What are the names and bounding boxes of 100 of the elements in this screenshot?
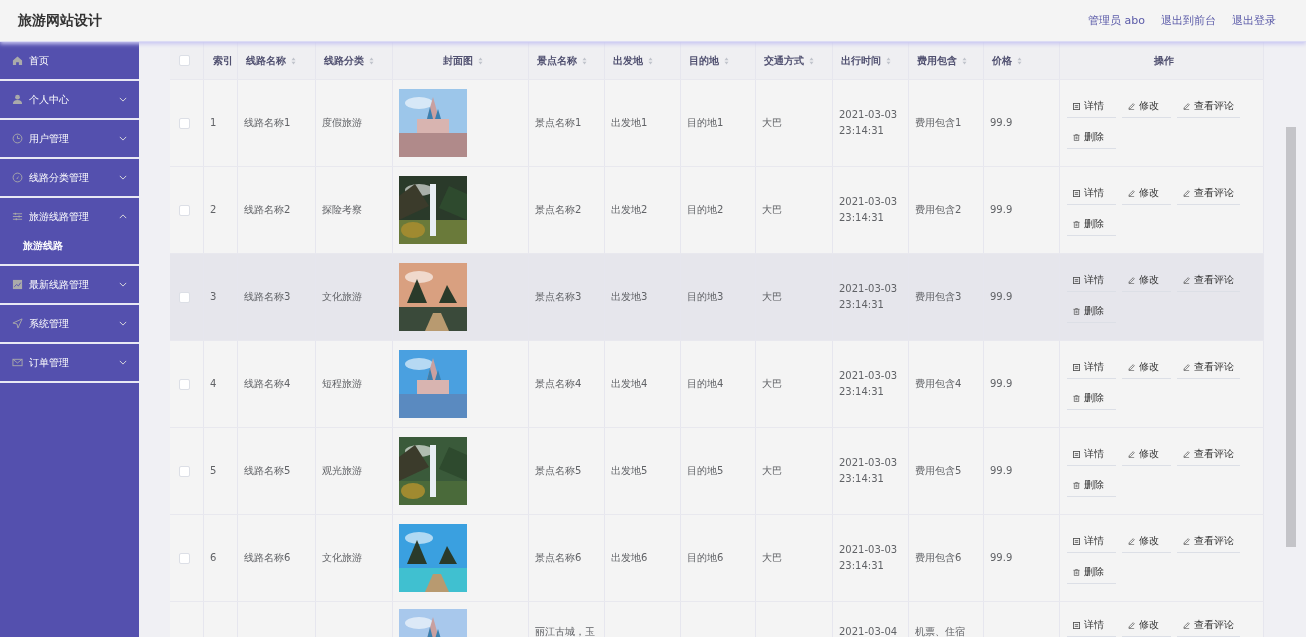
edit-button[interactable]: 查看评论: [1177, 616, 1240, 637]
header-link[interactable]: 退出到前台: [1161, 13, 1216, 28]
edit-button[interactable]: 查看评论: [1177, 271, 1240, 292]
sidebar-item[interactable]: 个人中心: [0, 81, 139, 118]
column-header[interactable]: 线路分类: [324, 53, 364, 68]
scrollbar[interactable]: [1286, 127, 1296, 547]
detail-button[interactable]: 详情: [1067, 97, 1116, 118]
sort-icon[interactable]: [291, 56, 296, 65]
column-header[interactable]: 出发地: [613, 53, 643, 68]
home-icon: [12, 55, 23, 66]
sidebar-item[interactable]: 旅游线路管理: [0, 198, 139, 235]
document-icon: [1073, 189, 1080, 197]
table-cell-text: 1: [210, 116, 217, 130]
edit-button[interactable]: 修改: [1122, 358, 1171, 379]
sidebar-item[interactable]: 首页: [0, 42, 139, 79]
edit-button[interactable]: 查看评论: [1177, 358, 1240, 379]
table-cell-text: 景点名称5: [535, 464, 582, 478]
table-row[interactable]: 5 线路名称5 观光旅游 景点名称5 出发地5 目的地5 大巴 2021-03-03 23:14:31 费用包含5 99.9 详情 修改 查看评论 删除: [170, 428, 1264, 515]
table-row[interactable]: 1 线路名称1 度假旅游 景点名称1 出发地1 目的地1 大巴 2021-03-03 23:14:31 费用包含1 99.9 详情 修改 查看评论 删除: [170, 80, 1264, 167]
delete-button[interactable]: 删除: [1067, 476, 1116, 497]
sort-icon[interactable]: [1017, 56, 1022, 65]
sidebar-item[interactable]: 系统管理: [0, 305, 139, 342]
column-header[interactable]: 线路名称: [246, 53, 286, 68]
sort-icon[interactable]: [886, 56, 891, 65]
table-cell-text: 大巴: [762, 377, 782, 391]
table-cell-text: 目的地2: [687, 203, 724, 217]
column-header[interactable]: 封面图: [442, 53, 473, 68]
pencil-icon: [1128, 276, 1135, 284]
row-checkbox[interactable]: [179, 204, 190, 216]
edit-button[interactable]: 查看评论: [1177, 445, 1240, 466]
row-checkbox[interactable]: [179, 291, 190, 303]
date-time: 2021-03-04: [839, 625, 898, 637]
header-link[interactable]: 管理员 abo: [1088, 13, 1145, 28]
trash-icon: [1073, 568, 1080, 576]
edit-button[interactable]: 查看评论: [1177, 184, 1240, 205]
sidebar-item[interactable]: 用户管理: [0, 120, 139, 157]
row-checkbox[interactable]: [179, 552, 190, 564]
detail-button[interactable]: 详情: [1067, 271, 1116, 292]
delete-button[interactable]: 删除: [1067, 389, 1116, 410]
mail-icon: [12, 357, 23, 368]
sort-icon[interactable]: [962, 56, 967, 65]
table-cell-text: 6: [210, 551, 217, 565]
header-link[interactable]: 退出登录: [1232, 13, 1276, 28]
table-cell-text: 99.9: [990, 290, 1013, 304]
trash-icon: [1073, 307, 1080, 315]
row-checkbox[interactable]: [179, 465, 190, 477]
sort-icon[interactable]: [477, 56, 483, 65]
table-row[interactable]: 6 线路名称6 文化旅游 景点名称6 出发地6 目的地6 大巴 2021-03-03 23:14:31 费用包含6 99.9 详情 修改 查看评论 删除: [170, 515, 1264, 602]
edit-button[interactable]: 查看评论: [1177, 97, 1240, 118]
table-cell-text: 大巴: [762, 203, 782, 217]
submenu-item[interactable]: 旅游线路: [23, 239, 139, 253]
sidebar-item[interactable]: 线路分类管理: [0, 159, 139, 196]
detail-button[interactable]: 详情: [1067, 616, 1116, 637]
column-header[interactable]: 交通方式: [764, 53, 804, 68]
column-header[interactable]: 费用包含: [917, 53, 957, 68]
edit-button[interactable]: 修改: [1122, 271, 1171, 292]
table-cell-text: 机票、住宿: [915, 625, 965, 637]
row-checkbox[interactable]: [179, 378, 190, 390]
sidebar-item[interactable]: 最新线路管理: [0, 266, 139, 303]
sidebar-item[interactable]: 订单管理: [0, 344, 139, 381]
edit-button[interactable]: 修改: [1122, 184, 1171, 205]
table-cell-text: 度假旅游: [322, 116, 362, 130]
delete-button[interactable]: 删除: [1067, 128, 1116, 149]
table-cell-text: 大巴: [762, 290, 782, 304]
row-checkbox[interactable]: [179, 117, 190, 129]
column-header[interactable]: 价格: [992, 53, 1012, 68]
pencil-icon: [1128, 621, 1135, 629]
sort-icon[interactable]: [648, 56, 653, 65]
delete-button[interactable]: 删除: [1067, 302, 1116, 323]
table-cell-text: 文化旅游: [322, 290, 362, 304]
detail-button[interactable]: 详情: [1067, 184, 1116, 205]
table-row[interactable]: 4 线路名称4 短程旅游 景点名称4 出发地4 目的地4 大巴 2021-03-03 23:14:31 费用包含4 99.9 详情 修改 查看评论 删除: [170, 341, 1264, 428]
table-cell-text: 目的地4: [687, 377, 724, 391]
table-cell-text: 目的地5: [687, 464, 724, 478]
pencil-icon: [1128, 189, 1135, 197]
detail-button[interactable]: 详情: [1067, 445, 1116, 466]
column-header[interactable]: 操作: [1153, 53, 1174, 68]
column-header[interactable]: 景点名称: [537, 53, 577, 68]
sort-icon[interactable]: [724, 56, 729, 65]
select-all-checkbox[interactable]: [179, 55, 190, 66]
sort-icon[interactable]: [369, 56, 374, 65]
detail-button[interactable]: 详情: [1067, 532, 1116, 553]
delete-button[interactable]: 删除: [1067, 215, 1116, 236]
table-cell-text: 99.9: [990, 464, 1013, 478]
table-row[interactable]: 丽江古城，玉 2021-03-04 机票、住宿 详情 修改 查看评论: [170, 602, 1264, 637]
delete-button[interactable]: 删除: [1067, 563, 1116, 584]
edit-button[interactable]: 修改: [1122, 532, 1171, 553]
column-header[interactable]: 目的地: [689, 53, 719, 68]
column-header[interactable]: 索引: [212, 53, 233, 68]
site-title: 旅游网站设计: [18, 11, 102, 30]
sort-icon[interactable]: [582, 56, 587, 65]
table-row[interactable]: 3 线路名称3 文化旅游 景点名称3 出发地3 目的地3 大巴 2021-03-03 23:14:31 费用包含3 99.9 详情 修改 查看评论 删除: [170, 254, 1264, 341]
column-header[interactable]: 出行时间: [841, 53, 881, 68]
edit-button[interactable]: 修改: [1122, 616, 1171, 637]
document-icon: [1073, 537, 1080, 545]
detail-button[interactable]: 详情: [1067, 358, 1116, 379]
edit-button[interactable]: 查看评论: [1177, 532, 1240, 553]
edit-button[interactable]: 修改: [1122, 445, 1171, 466]
sort-icon[interactable]: [809, 56, 814, 65]
edit-button[interactable]: 修改: [1122, 97, 1171, 118]
